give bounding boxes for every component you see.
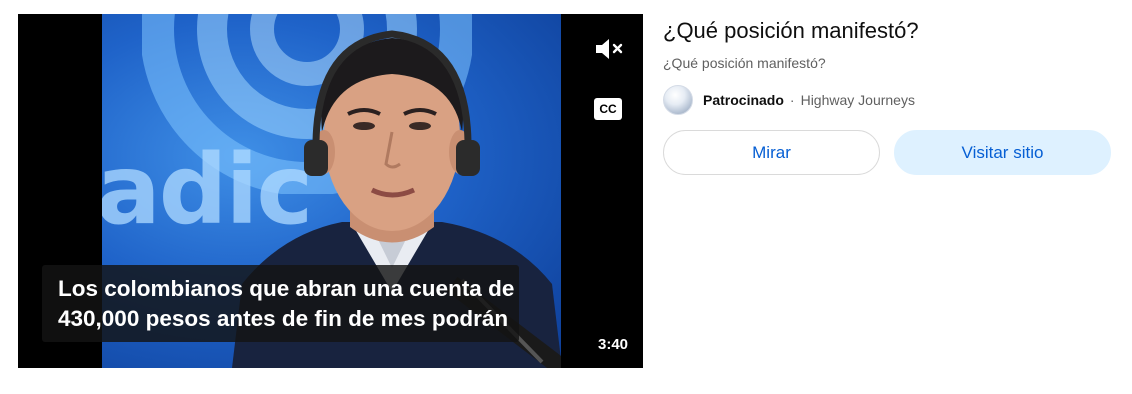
sponsored-video-card: adic Los colombianos que abran una cuent… — [0, 0, 1132, 394]
video-caption: Los colombianos que abran una cuenta de … — [42, 265, 519, 342]
sponsor-row: Patrocinado · Highway Journeys — [663, 84, 915, 115]
watch-button[interactable]: Mirar — [663, 130, 880, 175]
video-player[interactable]: adic Los colombianos que abran una cuent… — [18, 14, 643, 368]
mute-button[interactable] — [592, 34, 628, 64]
cc-icon: CC — [599, 102, 617, 116]
speaker-muted-icon — [596, 39, 623, 59]
advertiser-avatar[interactable] — [663, 84, 693, 115]
caption-line-1: Los colombianos que abran una cuenta de — [58, 276, 515, 301]
ad-description: ¿Qué posición manifestó? — [663, 55, 826, 71]
sponsored-label: Patrocinado — [703, 91, 784, 108]
closed-captions-button[interactable]: CC — [594, 98, 622, 120]
separator-dot: · — [789, 91, 795, 108]
ad-headline[interactable]: ¿Qué posición manifestó? — [663, 18, 919, 44]
caption-line-2: 430,000 pesos antes de fin de mes podrán — [58, 306, 509, 331]
video-duration: 3:40 — [598, 336, 629, 353]
visit-site-button[interactable]: Visitar sitio — [894, 130, 1111, 175]
advertiser-name[interactable]: Highway Journeys — [801, 92, 915, 108]
